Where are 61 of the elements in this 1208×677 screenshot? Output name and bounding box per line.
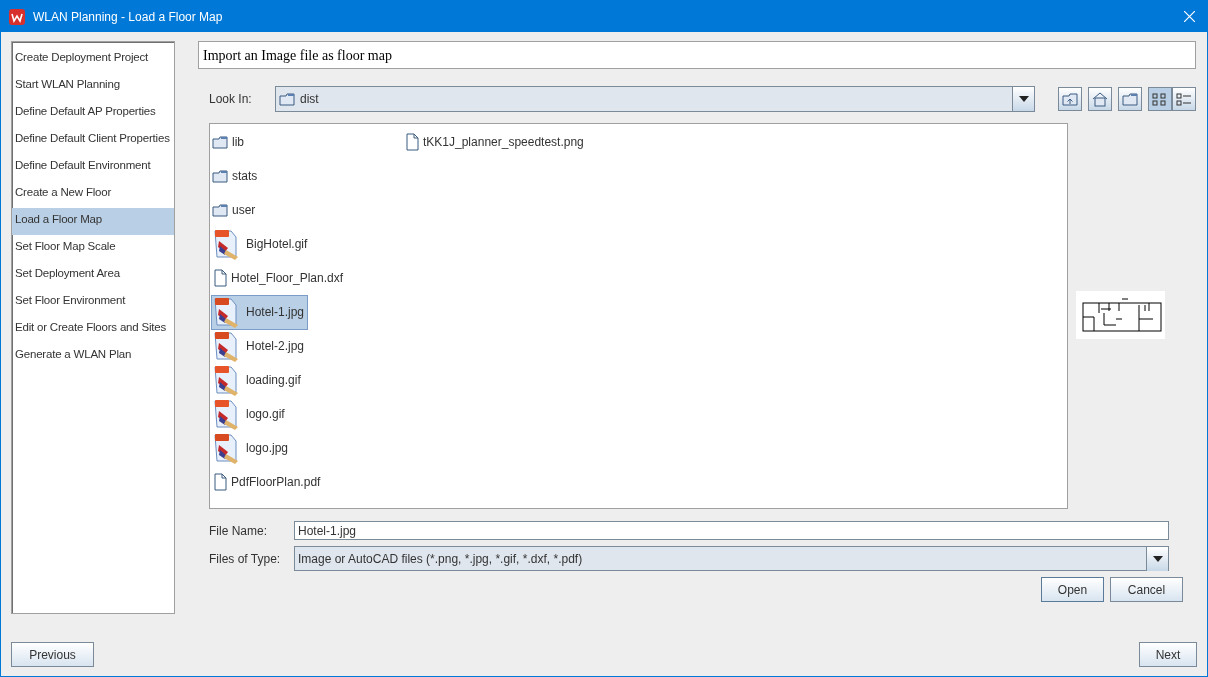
sidebar-item[interactable]: Edit or Create Floors and Sites	[12, 316, 174, 343]
sidebar-item[interactable]: Set Deployment Area	[12, 262, 174, 289]
details-view-icon	[1176, 91, 1192, 107]
sidebar-item[interactable]: Set Floor Map Scale	[12, 235, 174, 262]
cancel-button[interactable]: Cancel	[1110, 577, 1183, 602]
file-item[interactable]: BigHotel.gif	[211, 226, 312, 262]
file-type-label: Files of Type:	[209, 551, 282, 566]
file-name-label: File Name:	[209, 523, 268, 538]
previous-button[interactable]: Previous	[11, 642, 94, 667]
sidebar-item[interactable]: Define Default AP Properties	[12, 100, 174, 127]
dropdown-arrow-button[interactable]	[1012, 87, 1034, 111]
sidebar-item[interactable]: Generate a WLAN Plan	[12, 343, 174, 370]
new-folder-button[interactable]	[1118, 87, 1142, 111]
sidebar-item[interactable]: Define Default Environment	[12, 154, 174, 181]
file-item[interactable]: tKK1J_planner_speedtest.png	[403, 124, 588, 160]
file-item[interactable]: lib	[211, 124, 248, 160]
close-icon	[1184, 10, 1195, 22]
folder-icon	[212, 203, 228, 217]
file-name-field[interactable]: Hotel-1.jpg	[294, 521, 1169, 540]
dropdown-value: dist	[300, 92, 319, 106]
file-icon	[212, 473, 227, 491]
folder-icon	[212, 135, 228, 149]
dropdown-value: Image or AutoCAD files (*.png, *.jpg, *.gif, *.dxf, *.pdf)	[297, 551, 584, 566]
list-view-button[interactable]	[1148, 87, 1172, 111]
up-folder-button[interactable]	[1058, 87, 1082, 111]
file-item[interactable]: logo.jpg	[211, 430, 293, 466]
window-title: WLAN Planning - Load a Floor Map	[33, 9, 224, 24]
caret-icon	[1018, 96, 1029, 102]
sidebar-item[interactable]: Set Floor Environment	[12, 289, 174, 316]
open-button[interactable]: Open	[1041, 577, 1104, 602]
sidebar-item[interactable]: Start WLAN Planning	[12, 73, 174, 100]
file-item[interactable]: loading.gif	[211, 362, 305, 398]
file-item[interactable]: user	[211, 192, 260, 228]
file-icon	[404, 133, 419, 151]
file-item[interactable]: logo.gif	[211, 396, 289, 432]
file-item[interactable]: Hotel_Floor_Plan.dxf	[211, 260, 348, 296]
list-view-icon	[1152, 91, 1168, 107]
file-icon	[212, 269, 227, 287]
folder-icon	[1122, 91, 1138, 107]
caret-icon	[1152, 555, 1163, 562]
file-type-dropdown[interactable]: Image or AutoCAD files (*.png, *.jpg, *.gif, *.dxf, *.pdf)	[294, 546, 1169, 571]
sidebar-item[interactable]: Load a Floor Map	[12, 208, 174, 235]
look-in-dropdown[interactable]: dist	[275, 86, 1035, 112]
file-item[interactable]: PdfFloorPlan.pdf	[211, 464, 325, 500]
sidebar-item[interactable]: Define Default Client Properties	[12, 127, 174, 154]
file-item[interactable]: stats	[211, 158, 262, 194]
file-item[interactable]: Hotel-1.jpg	[211, 294, 309, 330]
heading-field: Import an Image file as floor map	[198, 41, 1196, 69]
sidebar-item[interactable]: Create a New Floor	[12, 181, 174, 208]
dropdown-arrow-button[interactable]	[1146, 546, 1168, 571]
details-view-button[interactable]	[1172, 87, 1196, 111]
app-logo-icon	[9, 8, 25, 25]
next-button[interactable]: Next	[1139, 642, 1197, 667]
look-in-label: Look In:	[209, 92, 253, 106]
folder-icon	[279, 92, 295, 106]
up-folder-icon	[1062, 91, 1078, 107]
sidebar-item[interactable]: Create Deployment Project	[12, 46, 174, 73]
home-button[interactable]	[1088, 87, 1112, 111]
home-icon	[1092, 91, 1108, 107]
file-item[interactable]: Hotel-2.jpg	[211, 328, 309, 364]
folder-icon	[212, 169, 228, 183]
